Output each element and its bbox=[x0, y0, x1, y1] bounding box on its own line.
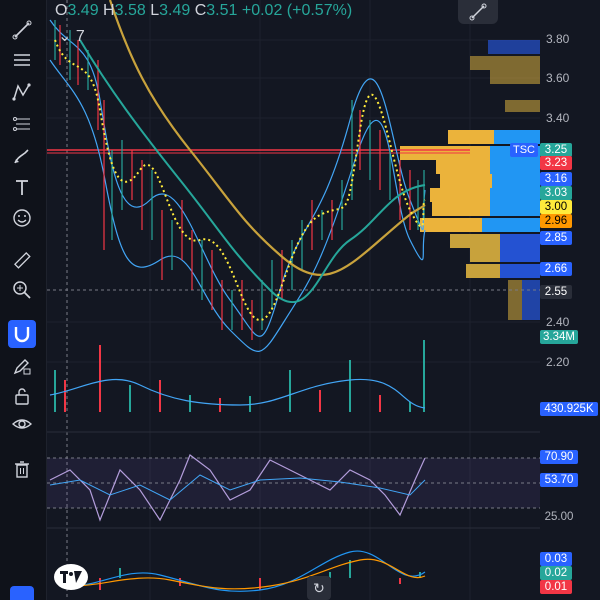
tradingview-logo[interactable] bbox=[54, 564, 88, 590]
price-label: 3.03 bbox=[540, 186, 572, 200]
indicator-count: 7 bbox=[75, 28, 85, 45]
trend-line-icon bbox=[469, 3, 487, 21]
price-chart[interactable] bbox=[47, 0, 600, 600]
fib-icon[interactable] bbox=[8, 110, 36, 138]
trash-icon[interactable] bbox=[8, 455, 36, 483]
candles bbox=[54, 20, 425, 340]
low-value: 3.49 bbox=[159, 2, 191, 19]
price-label: 2.85 bbox=[540, 231, 572, 245]
price-label: 0.02 bbox=[540, 566, 572, 580]
price-label: 3.16 bbox=[540, 172, 572, 186]
drawing-shortcut-button[interactable] bbox=[458, 0, 498, 24]
horizontal-lines-icon[interactable] bbox=[8, 46, 36, 74]
chevron-down-icon: ⌄ bbox=[58, 28, 72, 45]
price-label: 3.00 bbox=[540, 200, 572, 214]
open-label: O bbox=[55, 2, 68, 19]
close-label: C bbox=[194, 2, 207, 19]
price-label: 3.23 bbox=[540, 156, 572, 170]
ohlc-legend: O3.49 H3.58 L3.49 C3.51 +0.02 (+0.57%) bbox=[55, 2, 352, 20]
low-label: L bbox=[150, 2, 160, 19]
axis-tick: 3.80 bbox=[546, 32, 570, 46]
price-label: 0.01 bbox=[540, 580, 572, 594]
brush-icon[interactable] bbox=[8, 142, 36, 170]
ruler-icon[interactable] bbox=[8, 246, 36, 274]
price-label: 430.925K bbox=[540, 402, 598, 416]
volume-bars bbox=[54, 340, 425, 412]
price-label: 53.70 bbox=[540, 473, 578, 487]
change-value: +0.02 (+0.57%) bbox=[241, 2, 353, 19]
magnet-icon[interactable] bbox=[8, 320, 36, 348]
emoji-icon[interactable] bbox=[8, 204, 36, 232]
eye-icon[interactable] bbox=[8, 410, 36, 438]
high-label: H bbox=[103, 2, 115, 19]
price-label: 2.66 bbox=[540, 262, 572, 276]
axis-tick: 3.60 bbox=[546, 71, 570, 85]
price-label: 70.90 bbox=[540, 450, 578, 464]
text-icon[interactable] bbox=[8, 174, 36, 202]
lock-pen-icon[interactable] bbox=[8, 352, 36, 380]
price-label: 3.34M bbox=[540, 330, 578, 344]
favorites-icon[interactable] bbox=[10, 586, 34, 600]
high-value: 3.58 bbox=[114, 2, 146, 19]
price-label: 2.55 bbox=[540, 285, 572, 299]
price-label: 3.25 bbox=[540, 143, 572, 157]
price-label: 25.00 bbox=[540, 510, 578, 524]
price-label: 0.03 bbox=[540, 552, 572, 566]
axis-tick: 2.20 bbox=[546, 355, 570, 369]
axis-tick: 3.40 bbox=[546, 111, 570, 125]
pattern-icon[interactable] bbox=[8, 78, 36, 106]
trend-line-icon[interactable] bbox=[8, 16, 36, 44]
reset-chart-icon[interactable]: ↻ bbox=[307, 576, 331, 600]
close-value: 3.51 bbox=[206, 2, 238, 19]
open-value: 3.49 bbox=[67, 2, 99, 19]
drawing-toolbar bbox=[0, 0, 47, 600]
axis-tick: 2.40 bbox=[546, 315, 570, 329]
lock-icon[interactable] bbox=[8, 382, 36, 410]
zoom-icon[interactable] bbox=[8, 276, 36, 304]
price-label: 2.96 bbox=[540, 214, 572, 228]
symbol-tag: TSC bbox=[510, 143, 538, 157]
indicators-toggle[interactable]: ⌄ 7 bbox=[58, 26, 85, 46]
